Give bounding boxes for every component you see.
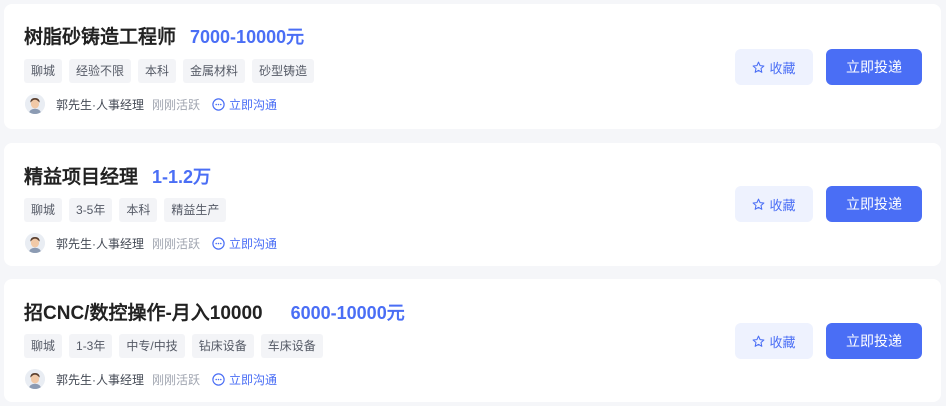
job-tags: 聊城 3-5年 本科 精益生产 bbox=[24, 198, 227, 222]
avatar bbox=[25, 233, 45, 253]
star-icon bbox=[753, 61, 765, 73]
chat-now-label: 立即沟通 bbox=[229, 97, 278, 112]
tag-city: 聊城 bbox=[24, 198, 63, 222]
favorite-button[interactable]: 收藏 bbox=[735, 323, 813, 359]
apply-button[interactable]: 立即投递 bbox=[826, 323, 922, 359]
tag-education: 中专/中技 bbox=[119, 334, 185, 358]
job-tags: 聊城 1-3年 中专/中技 钻床设备 车床设备 bbox=[24, 334, 323, 358]
tag-education: 本科 bbox=[138, 59, 177, 83]
tag-skill: 钻床设备 bbox=[191, 334, 254, 358]
favorite-label: 收藏 bbox=[769, 334, 796, 350]
recruiter-info: 郭先生·人事经理 刚刚活跃 立即沟通 bbox=[25, 93, 277, 115]
favorite-label: 收藏 bbox=[769, 60, 796, 76]
chat-now-link[interactable]: 立即沟通 bbox=[212, 96, 277, 113]
recruiter-name: 郭先生·人事经理 bbox=[56, 236, 144, 251]
recruiter-name: 郭先生·人事经理 bbox=[56, 372, 144, 387]
avatar bbox=[25, 94, 45, 114]
chat-bubble-icon bbox=[212, 97, 225, 111]
job-title-row: 树脂砂铸造工程师 7000-10000元 bbox=[24, 22, 304, 49]
tag-skill: 砂型铸造 bbox=[252, 59, 315, 83]
chat-now-label: 立即沟通 bbox=[229, 236, 278, 251]
recruiter-info: 郭先生·人事经理 刚刚活跃 立即沟通 bbox=[25, 232, 277, 254]
job-card[interactable]: 精益项目经理 1-1.2万 聊城 3-5年 本科 精益生产 郭先生·人事经理 刚… bbox=[4, 143, 941, 266]
recruiter-name: 郭先生·人事经理 bbox=[56, 97, 144, 112]
tag-skill: 车床设备 bbox=[260, 334, 323, 358]
tag-city: 聊城 bbox=[24, 334, 63, 358]
tag-experience: 3-5年 bbox=[69, 198, 113, 222]
apply-button[interactable]: 立即投递 bbox=[826, 186, 922, 222]
job-title[interactable]: 招CNC/数控操作-月入10000 bbox=[24, 298, 263, 325]
chat-now-label: 立即沟通 bbox=[229, 372, 278, 387]
job-title-row: 精益项目经理 1-1.2万 bbox=[24, 162, 211, 189]
active-status: 刚刚活跃 bbox=[152, 372, 201, 387]
job-list: 树脂砂铸造工程师 7000-10000元 聊城 经验不限 本科 金属材料 砂型铸… bbox=[0, 0, 946, 406]
job-title-row: 招CNC/数控操作-月入10000 6000-10000元 bbox=[24, 298, 405, 325]
job-card[interactable]: 树脂砂铸造工程师 7000-10000元 聊城 经验不限 本科 金属材料 砂型铸… bbox=[4, 4, 941, 129]
recruiter-info: 郭先生·人事经理 刚刚活跃 立即沟通 bbox=[25, 368, 277, 390]
star-icon bbox=[753, 335, 765, 347]
tag-education: 本科 bbox=[119, 198, 158, 222]
tag-skill: 金属材料 bbox=[183, 59, 246, 83]
salary: 7000-10000元 bbox=[190, 27, 305, 47]
avatar bbox=[25, 369, 45, 389]
tag-experience: 1-3年 bbox=[69, 334, 113, 358]
tag-city: 聊城 bbox=[24, 59, 63, 83]
favorite-button[interactable]: 收藏 bbox=[735, 49, 813, 85]
chat-now-link[interactable]: 立即沟通 bbox=[212, 235, 277, 252]
job-title[interactable]: 树脂砂铸造工程师 bbox=[24, 22, 176, 49]
active-status: 刚刚活跃 bbox=[152, 236, 201, 251]
chat-bubble-icon bbox=[212, 372, 225, 386]
job-title[interactable]: 精益项目经理 bbox=[24, 162, 138, 189]
star-icon bbox=[753, 198, 765, 210]
salary: 1-1.2万 bbox=[152, 167, 212, 187]
salary: 6000-10000元 bbox=[290, 303, 405, 323]
favorite-label: 收藏 bbox=[769, 197, 796, 213]
tag-skill: 精益生产 bbox=[164, 198, 227, 222]
chat-now-link[interactable]: 立即沟通 bbox=[212, 371, 277, 388]
apply-button[interactable]: 立即投递 bbox=[826, 49, 922, 85]
active-status: 刚刚活跃 bbox=[152, 97, 201, 112]
favorite-button[interactable]: 收藏 bbox=[735, 186, 813, 222]
tag-experience: 经验不限 bbox=[69, 59, 132, 83]
chat-bubble-icon bbox=[212, 236, 225, 250]
job-card[interactable]: 招CNC/数控操作-月入10000 6000-10000元 聊城 1-3年 中专… bbox=[4, 279, 941, 402]
job-tags: 聊城 经验不限 本科 金属材料 砂型铸造 bbox=[24, 59, 315, 83]
